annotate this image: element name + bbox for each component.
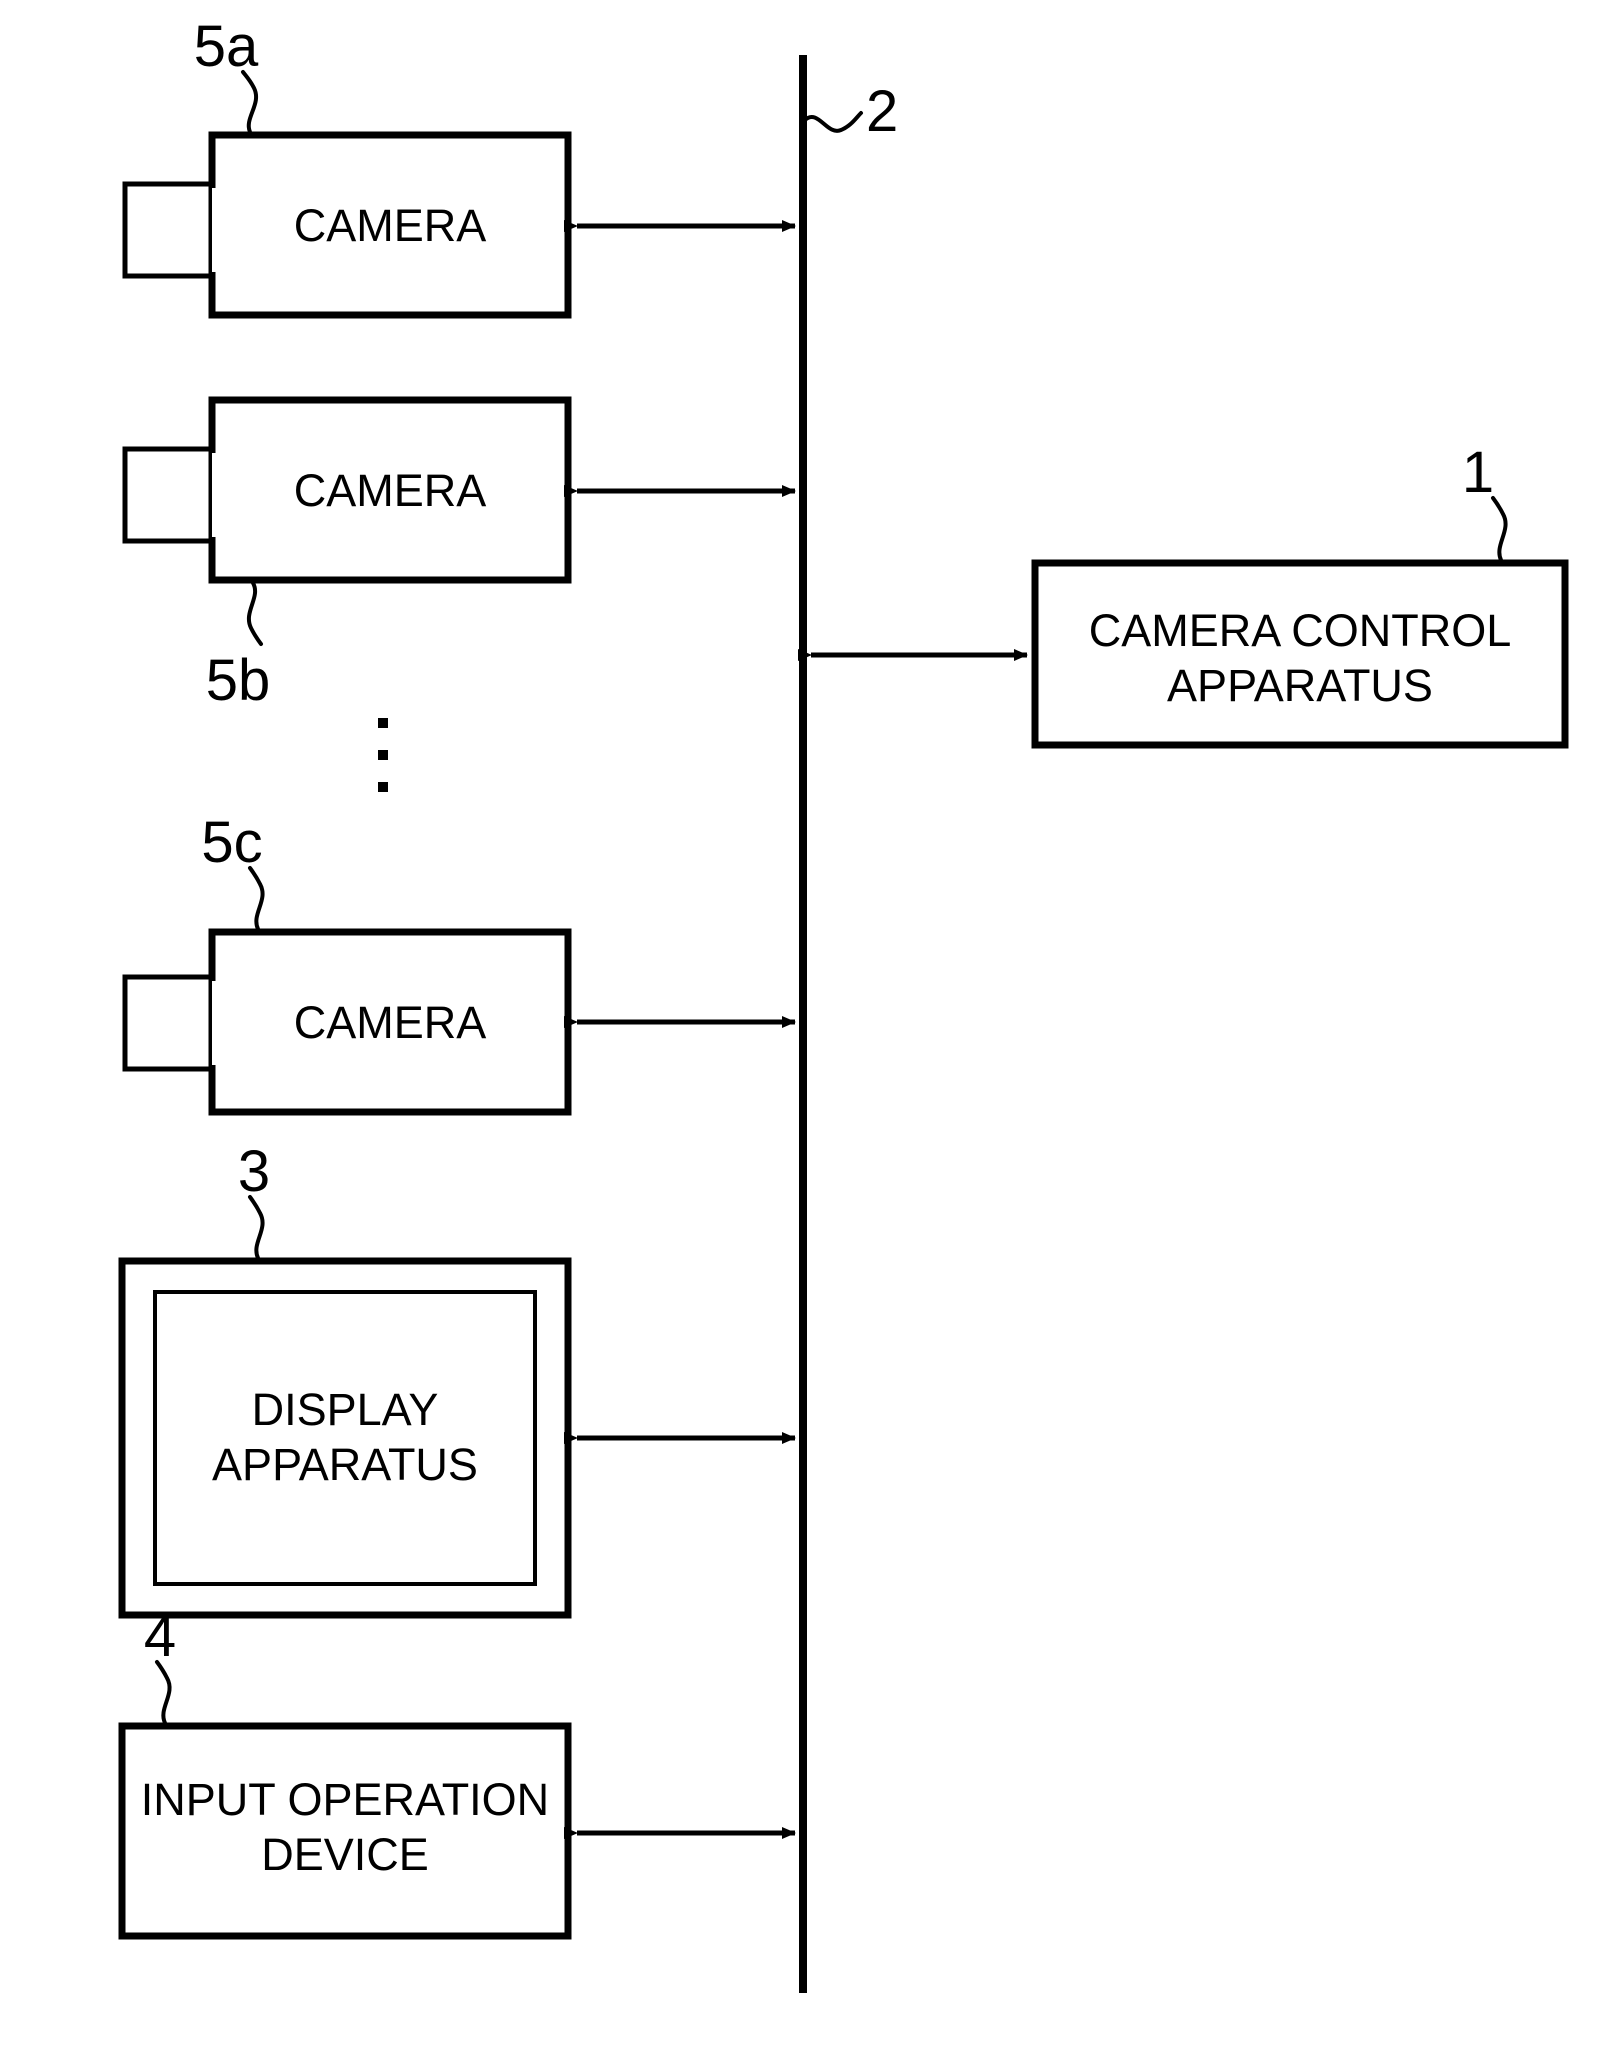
camera-b-group[interactable]: CAMERA 5b bbox=[122, 396, 572, 713]
camera-b-label: CAMERA bbox=[294, 465, 487, 516]
input-operation-device-group[interactable]: INPUT OPERATION DEVICE 4 bbox=[118, 1604, 572, 1940]
camera-b-ref-label: 5b bbox=[206, 648, 271, 713]
camera-c-group[interactable]: CAMERA 5c bbox=[122, 810, 572, 1116]
camera-a-group[interactable]: CAMERA 5a bbox=[122, 14, 572, 319]
display-apparatus-ref-squiggle bbox=[248, 1195, 265, 1260]
display-apparatus-fill bbox=[122, 1261, 568, 1615]
camera-a-label: CAMERA bbox=[294, 200, 487, 251]
camera-a-lens-fill bbox=[125, 184, 215, 276]
bus-ref-squiggle bbox=[803, 111, 863, 133]
camera-control-apparatus-group[interactable]: CAMERA CONTROL APPARATUS 1 bbox=[1031, 440, 1569, 749]
camera-c-lens-fill bbox=[125, 977, 215, 1069]
camera-control-apparatus-ref-squiggle bbox=[1491, 496, 1508, 562]
network-bus: 2 bbox=[799, 55, 898, 1993]
camera-control-apparatus-ref-label: 1 bbox=[1462, 440, 1494, 505]
camera-control-apparatus-label-line2: APPARATUS bbox=[1167, 660, 1433, 711]
display-apparatus-group[interactable]: DISPLAY APPARATUS 3 bbox=[118, 1139, 572, 1619]
input-operation-device-label-line2: DEVICE bbox=[261, 1829, 429, 1880]
camera-control-apparatus-label-line1: CAMERA CONTROL bbox=[1089, 605, 1512, 656]
ellipsis-dot-3 bbox=[378, 782, 388, 792]
ellipsis-dot-1 bbox=[378, 718, 388, 728]
camera-c-ref-squiggle bbox=[248, 866, 265, 931]
camera-c-ref-label: 5c bbox=[201, 810, 262, 875]
display-apparatus-label-line1: DISPLAY bbox=[252, 1384, 439, 1435]
camera-a-ref-squiggle bbox=[241, 70, 258, 134]
figure-canvas: 2 CAMERA 5a CAMERA 5b CAMERA CONTROL APP… bbox=[0, 0, 1609, 2055]
camera-b-lens-fill bbox=[125, 449, 215, 541]
input-operation-device-ref-label: 4 bbox=[144, 1604, 176, 1669]
bus-ref-label: 2 bbox=[866, 79, 898, 144]
ellipsis-dot-2 bbox=[378, 750, 388, 760]
camera-b-ref-squiggle bbox=[247, 581, 263, 646]
display-apparatus-ref-label: 3 bbox=[238, 1139, 270, 1204]
camera-a-ref-label: 5a bbox=[194, 14, 259, 79]
block-diagram-svg: 2 CAMERA 5a CAMERA 5b CAMERA CONTROL APP… bbox=[118, 14, 1569, 1993]
vertical-ellipsis bbox=[378, 718, 388, 792]
display-apparatus-label-line2: APPARATUS bbox=[212, 1439, 478, 1490]
input-operation-device-ref-squiggle bbox=[155, 1660, 172, 1725]
camera-c-label: CAMERA bbox=[294, 997, 487, 1048]
input-operation-device-label-line1: INPUT OPERATION bbox=[141, 1774, 549, 1825]
